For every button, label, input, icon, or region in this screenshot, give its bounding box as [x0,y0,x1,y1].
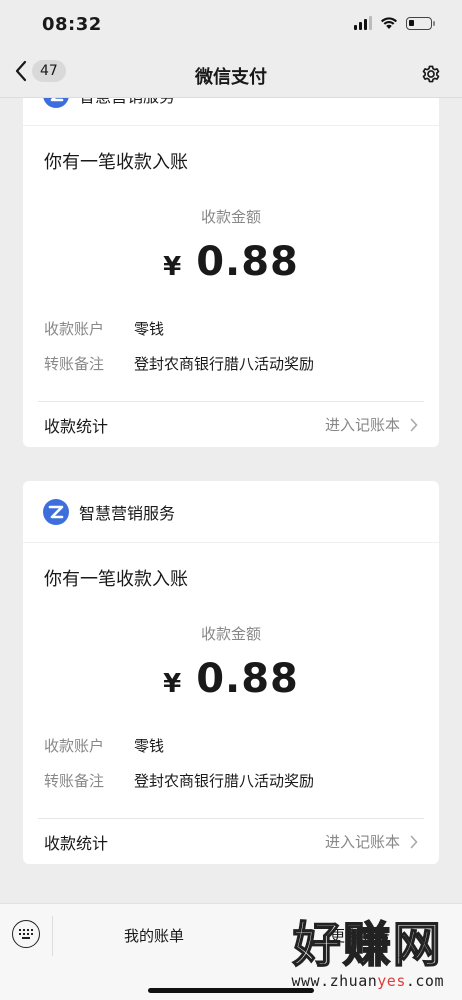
amount-label: 收款金额 [200,208,261,226]
signal-icon [354,16,372,30]
brand-logo-icon [43,98,69,108]
remark-label: 转账备注 [44,355,105,373]
amount-value: 0.88 [196,656,299,702]
menu-my-bills[interactable]: 我的账单 [124,925,184,946]
status-icons [354,16,435,30]
watermark-url: www.zhuanyes.com [291,972,444,990]
watermark-logo-text: 好赚网 [292,917,443,973]
remark-value: 登封农商银行腊八活动奖励 [134,355,315,373]
status-time: 08:32 [42,14,102,35]
message-feed[interactable]: 智慧营销服务 你有一笔收款入账 收款金额 ¥ 0.88 收款账户 零钱 转账备注… [0,98,462,903]
account-label: 收款账户 [44,737,105,755]
amount: ¥ 0.88 [44,239,418,285]
page-title: 微信支付 [195,67,267,88]
stats-label: 收款统计 [44,416,109,436]
stats-label: 收款统计 [44,833,109,853]
remark-value: 登封农商银行腊八活动奖励 [134,772,315,790]
brand-name: 智慧营销服务 [79,503,176,523]
remark-row: 转账备注 登封农商银行腊八活动奖励 [44,346,418,381]
amount-value: 0.88 [196,239,299,285]
account-row: 收款账户 零钱 [44,728,418,763]
divider [52,916,53,956]
amount-label: 收款金额 [200,625,261,643]
chevron-right-icon [410,835,418,848]
card-header: 智慧营销服务 [23,481,439,543]
home-indicator [148,988,314,993]
brand-name: 智慧营销服务 [79,98,175,107]
amount: ¥ 0.88 [44,656,418,702]
card-title: 你有一笔收款入账 [44,152,188,173]
watermark: 好赚网 www.zhuanyes.com [291,917,445,990]
currency-symbol: ¥ [163,252,183,282]
currency-symbol: ¥ [163,669,183,699]
battery-icon [406,16,435,30]
account-value: 零钱 [134,737,165,755]
gear-icon[interactable] [420,63,442,85]
status-bar: 08:32 [0,0,462,52]
remark-label: 转账备注 [44,772,105,790]
payment-card[interactable]: 智慧营销服务 你有一笔收款入账 收款金额 ¥ 0.88 收款账户 零钱 转账备注… [23,98,439,447]
chevron-right-icon [410,418,418,431]
ledger-link-label: 进入记账本 [324,416,400,434]
brand-logo-icon [43,498,69,525]
wifi-icon [381,17,397,29]
nav-bar: 47 微信支付 [0,52,462,98]
card-title: 你有一笔收款入账 [44,569,188,590]
ledger-link[interactable]: 收款统计 进入记账本 [38,818,424,864]
remark-row: 转账备注 登封农商银行腊八活动奖励 [44,763,418,798]
payment-card[interactable]: 智慧营销服务 你有一笔收款入账 收款金额 ¥ 0.88 收款账户 零钱 转账备注… [23,481,439,864]
account-label: 收款账户 [44,320,105,338]
account-row: 收款账户 零钱 [44,311,418,346]
ledger-link[interactable]: 收款统计 进入记账本 [38,401,424,447]
card-header: 智慧营销服务 [23,98,439,126]
account-value: 零钱 [134,320,165,338]
ledger-link-label: 进入记账本 [324,833,400,851]
keyboard-icon [19,929,33,939]
keyboard-toggle-button[interactable] [12,920,40,948]
